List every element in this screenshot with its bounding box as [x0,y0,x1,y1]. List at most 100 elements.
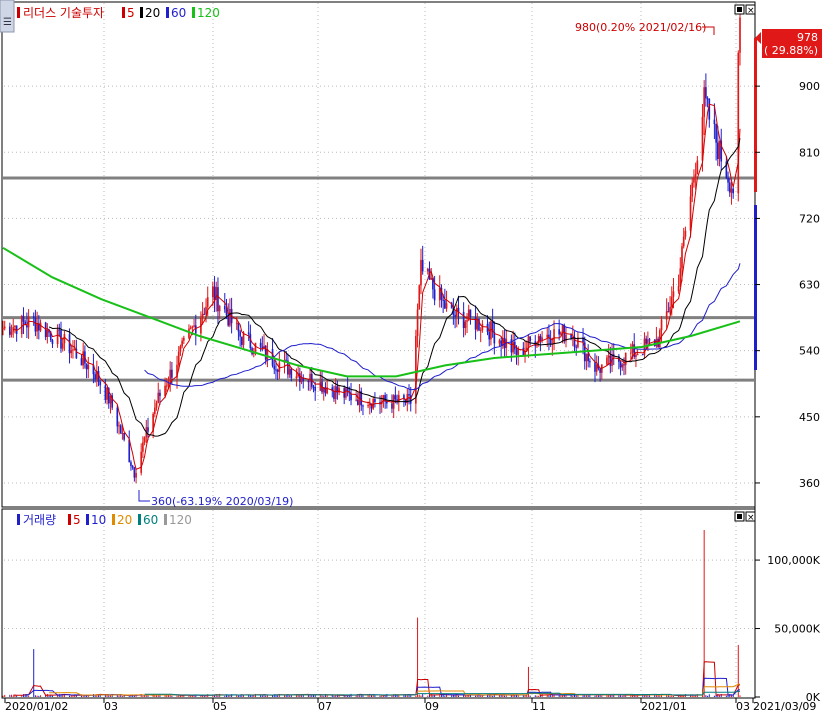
candle-body [157,392,160,404]
price-tick-label: 360 [799,477,820,490]
candle-body [739,17,741,53]
candle-body [677,286,680,292]
candle-body [357,399,359,405]
candle-body [2,328,4,330]
candle-body [715,123,717,143]
legend-swatch [140,7,143,18]
volume-tick-label: 50,000K [774,623,820,636]
low-annotation-text: 360(-63.19% 2020/03/19) [151,495,293,508]
candle-body [691,182,694,197]
candle-body [466,320,468,322]
candle-body [140,451,143,473]
candle-body [415,336,417,404]
candle-body [177,351,180,365]
candle-body [394,395,397,400]
candle-body [667,311,670,313]
candle-body [181,340,183,347]
candle-body [39,322,42,331]
candle-body [621,364,624,368]
candle-body [159,392,161,397]
candle-body [80,358,83,366]
candle-body [44,322,47,338]
candle-body [684,230,687,237]
minimize-button-icon [737,7,742,12]
volume-legend-marker [17,514,20,525]
x-tick-label: 05 [213,700,227,713]
candle-body [275,369,277,371]
legend-swatch [166,7,169,18]
candle-body [235,322,238,324]
candle-body [300,377,303,383]
candle-body [56,329,59,345]
candle-body [589,361,591,363]
candle-body [312,386,315,388]
candle-body [121,433,124,435]
candle-body [464,321,467,328]
candle-body [135,472,137,478]
x-tick-label: 2020/01/02 [5,700,68,713]
candle-body [63,334,66,344]
candle-body [558,329,560,335]
candle-body [670,296,673,307]
candle-body [131,465,134,468]
candle-body [498,340,501,344]
candle-body [647,339,649,344]
candle-body [599,368,601,373]
candle-body [469,309,472,318]
legend-label: 20 [117,513,132,527]
price-tick-label: 450 [799,411,820,424]
today-range-up [754,38,757,192]
candle-body [560,332,562,335]
x-tick-label: 03 [104,700,118,713]
candle-body [636,354,639,356]
candle-body [8,326,11,335]
candle-body [455,307,458,317]
candle-body [648,339,651,341]
x-axis: 2020/01/02 03 05 07 09 11 2021/01 03 2021/03/09 [4,698,816,713]
x-tick-label: 11 [532,700,546,713]
legend-label: 120 [197,6,220,20]
candle-body [727,177,729,183]
candle-body [87,364,90,370]
candle-body [426,268,429,272]
candle-body [212,286,214,298]
candle-body [442,299,444,301]
candle-body [609,355,612,366]
candle-body [154,407,156,414]
candle-body [201,313,204,318]
candle-body [51,340,54,345]
candle-body [60,330,62,349]
candle-body [682,236,685,247]
candle-body [227,315,230,326]
volume-ma-legend: 5 10 20 60 120 [68,513,192,527]
candle-body [737,52,740,194]
x-tick-label: 2021/01 [641,700,687,713]
candle-body [94,374,96,380]
candle-body [645,338,648,344]
candle-body [217,287,219,312]
candle-body [189,327,192,329]
candle-body [694,174,697,178]
x-tick-label: 2021/03/09 [753,700,816,713]
candle-body [594,362,596,372]
candle-body [123,433,125,440]
candle-body [171,369,173,378]
candle-body [3,326,6,329]
high-annotation-text: 980(0.20% 2021/02/16) [575,21,706,34]
candle-body [416,309,419,337]
candle-body [288,368,291,375]
legend-swatch [68,514,71,525]
candle-body [522,347,525,356]
volume-panel-frame [1,508,756,699]
candle-body [130,462,132,466]
candle-body [179,346,182,352]
candle-body [706,98,709,100]
candle-body [570,334,572,339]
candle-body [36,323,38,332]
candle-body [247,332,250,335]
candle-body [619,361,622,368]
volume-minimize-icon [737,514,742,519]
candle-body [669,306,671,313]
candle-body [104,385,107,400]
price-tick-label: 720 [799,212,820,225]
